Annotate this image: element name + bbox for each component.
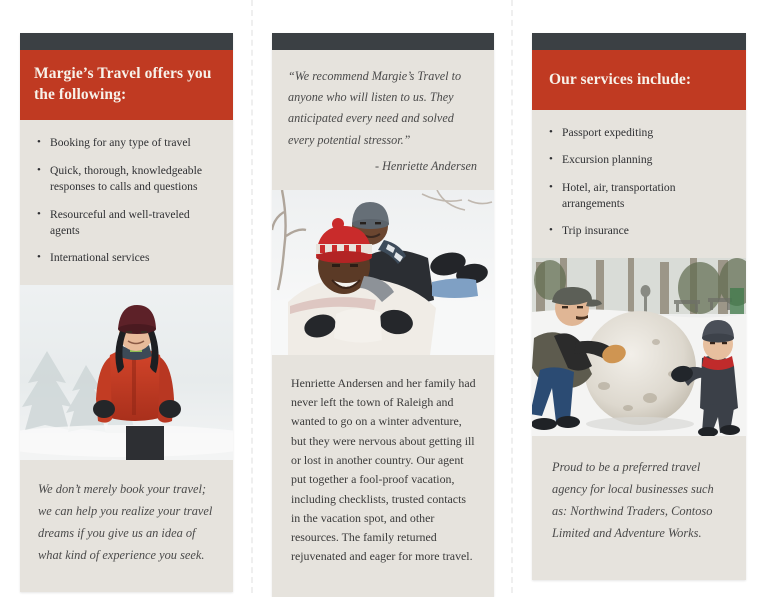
- list-item: • Hotel, air, transportation arrangement…: [549, 180, 730, 213]
- case-study-body: Henriette Andersen and her family had ne…: [291, 375, 476, 564]
- list-item: • Resourceful and well-traveled agents: [37, 207, 217, 240]
- panel-right: Our services include: • Passport expedit…: [532, 33, 746, 581]
- tri-fold-brochure: Margie’s Travel offers you the following…: [0, 0, 768, 597]
- bullet-icon: •: [549, 180, 553, 193]
- panel-right-pull-quote: Proud to be a preferred travel agency fo…: [552, 459, 714, 541]
- panel-right-banner: Our services include:: [532, 50, 746, 110]
- list-item-label: Trip insurance: [562, 224, 629, 238]
- panel-left-banner: Margie’s Travel offers you the following…: [20, 50, 233, 121]
- list-item: • Booking for any type of travel: [37, 135, 217, 151]
- panel-left-banner-title: Margie’s Travel offers you the following…: [34, 65, 212, 103]
- bullet-icon: •: [549, 224, 553, 237]
- bullet-icon: •: [37, 207, 41, 220]
- list-item-label: Passport expediting: [562, 125, 654, 139]
- testimonial-attribution: - Henriette Andersen: [375, 158, 477, 173]
- bullet-icon: •: [549, 153, 553, 166]
- panel-left: Margie’s Travel offers you the following…: [20, 33, 233, 593]
- list-item: • Trip insurance: [549, 223, 730, 239]
- list-item: • International services: [37, 250, 217, 266]
- list-item-label: Excursion planning: [562, 153, 653, 167]
- panel-middle-top-rule: [272, 33, 494, 50]
- list-item-label: Resourceful and well-traveled agents: [50, 207, 190, 238]
- list-item: • Excursion planning: [549, 152, 730, 168]
- panel-right-banner-title: Our services include:: [549, 71, 692, 88]
- panel-right-service-list: • Passport expediting • Excursion planni…: [532, 110, 746, 258]
- bullet-icon: •: [37, 136, 41, 149]
- bullet-icon: •: [37, 163, 41, 176]
- list-item: • Quick, thorough, knowledgeable respons…: [37, 163, 217, 196]
- list-item: • Passport expediting: [549, 125, 730, 141]
- fold-line-left: [251, 0, 253, 593]
- panel-left-top-rule: [20, 33, 233, 50]
- list-item-label: Quick, thorough, knowledgeable responses…: [50, 163, 202, 194]
- fold-line-right: [511, 0, 513, 593]
- panel-middle: “We recommend Margie’s Travel to anyone …: [272, 33, 494, 597]
- list-item-label: Hotel, air, transportation arrangements: [562, 180, 676, 210]
- testimonial-quote: “We recommend Margie’s Travel to anyone …: [288, 69, 462, 147]
- panel-left-service-list: • Booking for any type of travel • Quick…: [20, 120, 233, 285]
- list-item-label: International services: [50, 251, 150, 265]
- bullet-icon: •: [549, 125, 553, 138]
- panel-right-photo: [532, 257, 746, 436]
- panel-right-top-rule: [532, 33, 746, 50]
- bullet-icon: •: [37, 251, 41, 264]
- panel-left-photo: [20, 284, 233, 460]
- panel-left-pull-quote: We don’t merely book your travel; we can…: [38, 481, 213, 563]
- list-item-label: Booking for any type of travel: [50, 136, 191, 150]
- panel-middle-photo: [272, 189, 494, 355]
